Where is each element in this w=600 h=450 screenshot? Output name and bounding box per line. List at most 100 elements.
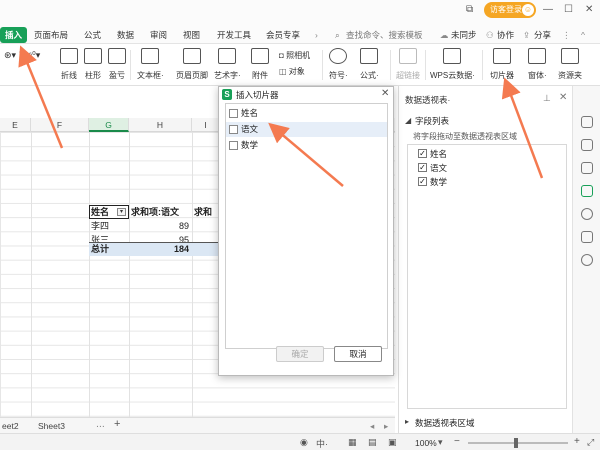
slicer-field-item-chinese[interactable]: 语文 (226, 122, 387, 137)
zoom-slider[interactable] (468, 442, 568, 444)
pivot-panel-icon[interactable] (581, 185, 593, 197)
chart-dropdown-icon[interactable]: ⊛▾ ⁚▾ ⁶⁰▾ (4, 50, 40, 61)
select-tool-icon[interactable] (581, 116, 593, 128)
more-sheets-icon[interactable]: ⋯ (96, 420, 105, 432)
backup-icon[interactable] (581, 231, 593, 243)
tab-formula[interactable]: 公式 (84, 28, 101, 43)
maximize-icon[interactable]: ☐ (564, 4, 573, 16)
close-icon[interactable]: ✕ (585, 4, 593, 16)
sheet-tab-sheet3[interactable]: Sheet3 (38, 420, 65, 432)
pin-icon[interactable]: ⊥ (543, 93, 551, 104)
language-icon[interactable]: 中· (316, 437, 328, 450)
hyperlink-button[interactable]: 超链接 (396, 48, 420, 81)
field-checkbox-math[interactable]: ✓ (418, 177, 427, 186)
settings-slider-icon[interactable] (581, 162, 593, 174)
symbol-button[interactable]: 符号· (329, 48, 348, 81)
zoom-out-icon[interactable]: − (454, 436, 460, 447)
resource-folder-button[interactable]: 资源夹 (558, 48, 582, 81)
sync-status[interactable]: 未同步 (451, 28, 477, 43)
tab-page-layout[interactable]: 页面布局 (34, 28, 68, 43)
more-tabs-icon[interactable]: › (315, 28, 318, 43)
ok-button[interactable]: 确定 (276, 346, 324, 362)
fullscreen-icon[interactable]: ⤢ (587, 437, 594, 448)
zoom-dropdown-icon[interactable]: ▾ (438, 437, 443, 448)
restore-icon[interactable]: ⧉ (466, 4, 473, 16)
scroll-right-icon[interactable]: ▸ (384, 420, 388, 432)
guest-login-button[interactable]: 访客登录 ☺ (484, 2, 536, 18)
field-checkbox-name[interactable]: ✓ (418, 149, 427, 158)
textbox-button[interactable]: 文本框· (137, 48, 164, 81)
panel-title[interactable]: 数据透视表· (405, 94, 450, 106)
page-view-icon[interactable]: ▤ (368, 437, 377, 448)
pivot-areas-heading[interactable]: 数据透视表区域 (415, 417, 475, 429)
share-button[interactable]: 分享 (534, 28, 551, 43)
sparkline-line-button[interactable]: 折线 (60, 48, 78, 81)
app-window: ⧉ 访客登录 ☺ — ☐ ✕ 插入 页面布局 公式 数据 审阅 视图 开发工具 … (0, 0, 600, 450)
view-mode-icon[interactable]: ◉ (300, 437, 308, 448)
zoom-in-icon[interactable]: + (574, 436, 580, 447)
dialog-title: 插入切片器 (236, 90, 279, 100)
collapse-ribbon-icon[interactable]: ^ (581, 28, 585, 43)
slicer-checkbox-name[interactable] (229, 109, 238, 118)
help-icon[interactable] (581, 208, 593, 220)
column-header-f[interactable]: F (31, 118, 89, 132)
sparkline-column-button[interactable]: 柱形 (84, 48, 102, 81)
collab-button[interactable]: 协作 (497, 28, 514, 43)
section-collapse-icon[interactable]: ◢ (405, 116, 411, 125)
panel-close-icon[interactable]: ✕ (559, 92, 567, 103)
camera-button[interactable]: ◘ 照相机 (279, 50, 310, 61)
zoom-slider-handle[interactable] (514, 438, 518, 448)
normal-view-icon[interactable]: ▦ (348, 437, 357, 448)
tab-developer[interactable]: 开发工具 (217, 28, 251, 43)
tab-member[interactable]: 会员专享 (266, 28, 300, 43)
tab-data[interactable]: 数据 (117, 28, 134, 43)
page-break-icon[interactable]: ▣ (388, 437, 397, 448)
resource-folder-label: 资源夹 (558, 71, 582, 80)
slicer-field-item-math[interactable]: 数学 (226, 138, 387, 153)
field-checkbox-chinese[interactable]: ✓ (418, 163, 427, 172)
sparkline-winloss-button[interactable]: 盈亏 (108, 48, 126, 81)
dialog-close-icon[interactable]: ✕ (381, 88, 389, 99)
slicer-field-item-name[interactable]: 姓名 (226, 106, 387, 121)
add-sheet-icon[interactable]: + (114, 418, 120, 430)
tab-view[interactable]: 视图 (183, 28, 200, 43)
object-button[interactable]: ◫ 对象 (279, 66, 305, 77)
sheet-tab-sheet2[interactable]: eet2 (2, 420, 19, 432)
paperclip-icon (251, 48, 269, 64)
tab-review[interactable]: 审阅 (150, 28, 167, 43)
slicer-button[interactable]: 切片器 (490, 48, 514, 81)
equation-label: 公式· (360, 71, 379, 80)
field-list-heading: 字段列表 (415, 116, 450, 126)
slicer-checkbox-chinese[interactable] (229, 125, 238, 134)
location-icon[interactable] (581, 254, 593, 266)
search-command-input[interactable]: 查找命令、搜索模板 (346, 28, 423, 43)
scroll-left-icon[interactable]: ◂ (370, 420, 374, 432)
pivot-row-value[interactable]: 89 (129, 220, 189, 233)
side-tool-strip (572, 86, 600, 433)
column-chart-icon (84, 48, 102, 64)
zoom-level[interactable]: 100% (415, 438, 437, 448)
filter-dropdown-icon[interactable]: ▾ (117, 208, 126, 216)
column-header-i[interactable]: I (192, 118, 220, 132)
minimize-icon[interactable]: — (543, 4, 553, 16)
attachment-button[interactable]: 附件 (251, 48, 269, 81)
wps-cloud-data-button[interactable]: WPS云数据· (430, 48, 475, 81)
equation-button[interactable]: 公式· (360, 48, 379, 81)
header-footer-icon (183, 48, 201, 64)
insert-slicer-dialog: S 插入切片器 ✕ 姓名 语文 数学 确定 取消 (218, 86, 394, 376)
column-header-g[interactable]: G (89, 118, 129, 132)
slicer-checkbox-math[interactable] (229, 141, 238, 150)
header-footer-button[interactable]: 页眉页脚 (176, 48, 208, 81)
wordart-button[interactable]: 艺术字· (214, 48, 241, 81)
dialog-title-bar[interactable]: S 插入切片器 ✕ (219, 87, 393, 102)
cancel-button[interactable]: 取消 (334, 346, 382, 362)
more-icon[interactable]: ⋮ (562, 28, 571, 43)
tab-insert[interactable]: 插入 (0, 27, 28, 43)
form-button[interactable]: 窗体· (528, 48, 547, 81)
shape-tool-icon[interactable] (581, 139, 593, 151)
search-icon[interactable]: ⌕ (335, 28, 340, 43)
areas-expand-icon[interactable]: ▸ (405, 417, 409, 426)
pivot-row-label[interactable]: 李四 (91, 220, 109, 233)
column-header-e[interactable]: E (0, 118, 31, 132)
column-header-h[interactable]: H (129, 118, 192, 132)
